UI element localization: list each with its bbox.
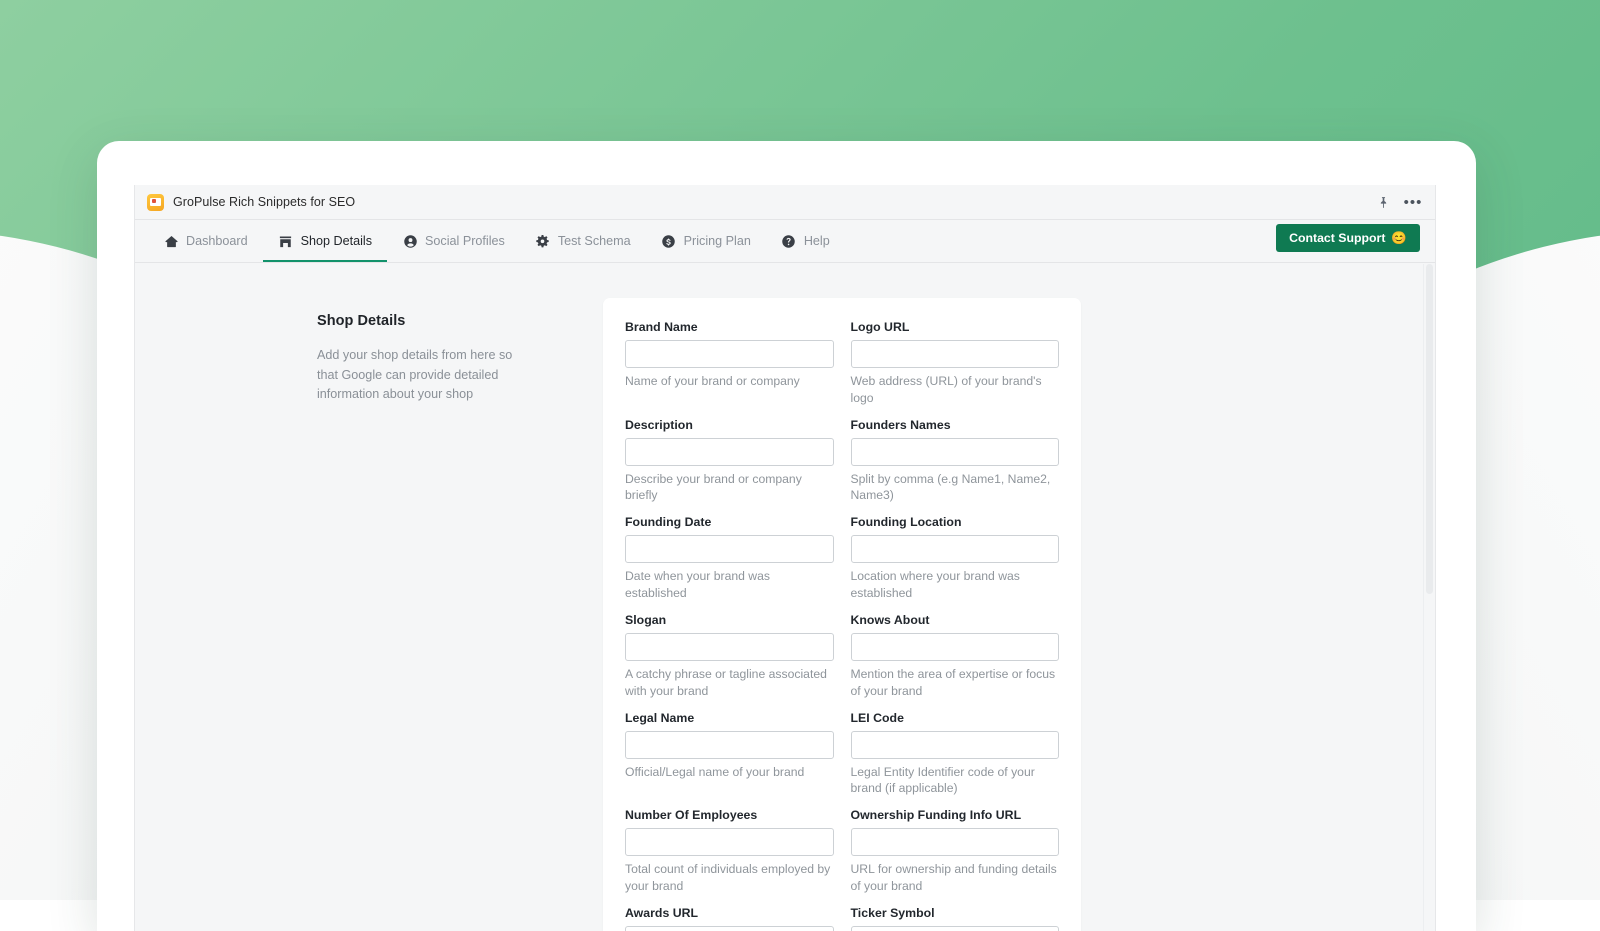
contact-support-label: Contact Support	[1289, 231, 1385, 245]
storefront-icon	[278, 233, 294, 249]
field-logo-url-help: Web address (URL) of your brand's logo	[851, 373, 1060, 407]
field-awards-url-label: Awards URL	[625, 906, 834, 920]
contact-support-button[interactable]: Contact Support 😊	[1276, 224, 1420, 252]
tab-shop-details-label: Shop Details	[301, 234, 372, 248]
shop-details-form-card: Brand Name Name of your brand or company…	[603, 298, 1081, 931]
field-slogan-label: Slogan	[625, 613, 834, 627]
dollar-coin-icon	[661, 233, 677, 249]
app-window: GroPulse Rich Snippets for SEO •••	[97, 141, 1476, 931]
page-title: Shop Details	[317, 313, 559, 329]
content-scroll-area: Shop Details Add your shop details from …	[135, 264, 1423, 931]
field-description: Description Describe your brand or compa…	[625, 418, 834, 505]
question-circle-icon	[781, 233, 797, 249]
field-knows-about-label: Knows About	[851, 613, 1060, 627]
tab-pricing-plan-label: Pricing Plan	[684, 234, 751, 248]
field-lei-code-help: Legal Entity Identifier code of your bra…	[851, 764, 1060, 798]
ownership-funding-info-url-input[interactable]	[851, 828, 1060, 856]
field-number-of-employees-label: Number Of Employees	[625, 808, 834, 822]
home-icon	[163, 233, 179, 249]
field-logo-url-label: Logo URL	[851, 320, 1060, 334]
user-circle-icon	[402, 233, 418, 249]
field-legal-name: Legal Name Official/Legal name of your b…	[625, 711, 834, 798]
tab-dashboard[interactable]: Dashboard	[148, 220, 263, 262]
field-legal-name-help: Official/Legal name of your brand	[625, 764, 834, 781]
tab-help-label: Help	[804, 234, 830, 248]
field-knows-about: Knows About Mention the area of expertis…	[851, 613, 1060, 700]
ticker-symbol-input[interactable]	[851, 926, 1060, 931]
field-slogan: Slogan A catchy phrase or tagline associ…	[625, 613, 834, 700]
section-description-panel: Shop Details Add your shop details from …	[273, 298, 603, 931]
legal-name-input[interactable]	[625, 731, 834, 759]
field-lei-code-label: LEI Code	[851, 711, 1060, 725]
field-knows-about-help: Mention the area of expertise or focus o…	[851, 666, 1060, 700]
field-ticker-symbol: Ticker Symbol	[851, 906, 1060, 931]
gear-icon	[535, 233, 551, 249]
field-brand-name-help: Name of your brand or company	[625, 373, 834, 390]
field-ticker-symbol-label: Ticker Symbol	[851, 906, 1060, 920]
field-brand-name-label: Brand Name	[625, 320, 834, 334]
field-legal-name-label: Legal Name	[625, 711, 834, 725]
tab-social-profiles-label: Social Profiles	[425, 234, 505, 248]
more-options-icon[interactable]: •••	[1401, 191, 1425, 213]
page-description: Add your shop details from here so that …	[317, 346, 527, 405]
smiley-emoji-icon: 😊	[1391, 231, 1407, 246]
founding-date-input[interactable]	[625, 535, 834, 563]
field-number-of-employees-help: Total count of individuals employed by y…	[625, 861, 834, 895]
field-founders-names: Founders Names Split by comma (e.g Name1…	[851, 418, 1060, 505]
title-bar: GroPulse Rich Snippets for SEO •••	[135, 185, 1435, 220]
page-content: Shop Details Add your shop details from …	[135, 264, 1435, 931]
tab-dashboard-label: Dashboard	[186, 234, 248, 248]
more-options-label: •••	[1404, 195, 1423, 210]
title-bar-actions: •••	[1371, 191, 1425, 213]
field-founding-location-help: Location where your brand was establishe…	[851, 568, 1060, 602]
field-logo-url: Logo URL Web address (URL) of your brand…	[851, 320, 1060, 407]
slogan-input[interactable]	[625, 633, 834, 661]
field-slogan-help: A catchy phrase or tagline associated wi…	[625, 666, 834, 700]
field-ownership-funding-info-url-help: URL for ownership and funding details of…	[851, 861, 1060, 895]
field-ownership-funding-info-url-label: Ownership Funding Info URL	[851, 808, 1060, 822]
field-founders-names-help: Split by comma (e.g Name1, Name2, Name3)	[851, 471, 1060, 505]
field-founding-location: Founding Location Location where your br…	[851, 515, 1060, 602]
founders-names-input[interactable]	[851, 438, 1060, 466]
awards-url-input[interactable]	[625, 926, 834, 931]
field-ownership-funding-info-url: Ownership Funding Info URL URL for owner…	[851, 808, 1060, 895]
tab-shop-details[interactable]: Shop Details	[263, 220, 387, 262]
number-of-employees-input[interactable]	[625, 828, 834, 856]
field-lei-code: LEI Code Legal Entity Identifier code of…	[851, 711, 1060, 798]
main-navigation: Dashboard Shop Details Social Profi	[135, 220, 1435, 263]
tab-social-profiles[interactable]: Social Profiles	[387, 220, 520, 262]
founding-location-input[interactable]	[851, 535, 1060, 563]
logo-url-input[interactable]	[851, 340, 1060, 368]
app-title: GroPulse Rich Snippets for SEO	[173, 195, 355, 209]
field-description-label: Description	[625, 418, 834, 432]
field-founding-date-help: Date when your brand was established	[625, 568, 834, 602]
tab-pricing-plan[interactable]: Pricing Plan	[646, 220, 766, 262]
content-scrollbar-thumb[interactable]	[1426, 264, 1433, 594]
brand-name-input[interactable]	[625, 340, 834, 368]
lei-code-input[interactable]	[851, 731, 1060, 759]
shop-details-field-grid: Brand Name Name of your brand or company…	[625, 320, 1059, 931]
tab-help[interactable]: Help	[766, 220, 845, 262]
field-founders-names-label: Founders Names	[851, 418, 1060, 432]
tab-test-schema-label: Test Schema	[558, 234, 631, 248]
app-window-inner: GroPulse Rich Snippets for SEO •••	[134, 185, 1436, 931]
knows-about-input[interactable]	[851, 633, 1060, 661]
field-description-help: Describe your brand or company briefly	[625, 471, 834, 505]
description-input[interactable]	[625, 438, 834, 466]
field-number-of-employees: Number Of Employees Total count of indiv…	[625, 808, 834, 895]
content-layout: Shop Details Add your shop details from …	[273, 298, 1285, 931]
field-brand-name: Brand Name Name of your brand or company	[625, 320, 834, 407]
tab-test-schema[interactable]: Test Schema	[520, 220, 646, 262]
field-founding-location-label: Founding Location	[851, 515, 1060, 529]
field-founding-date: Founding Date Date when your brand was e…	[625, 515, 834, 602]
field-founding-date-label: Founding Date	[625, 515, 834, 529]
gropulse-app-icon	[147, 194, 164, 211]
field-awards-url: Awards URL	[625, 906, 834, 931]
pin-icon[interactable]	[1371, 191, 1395, 213]
content-scrollbar[interactable]	[1423, 264, 1434, 931]
